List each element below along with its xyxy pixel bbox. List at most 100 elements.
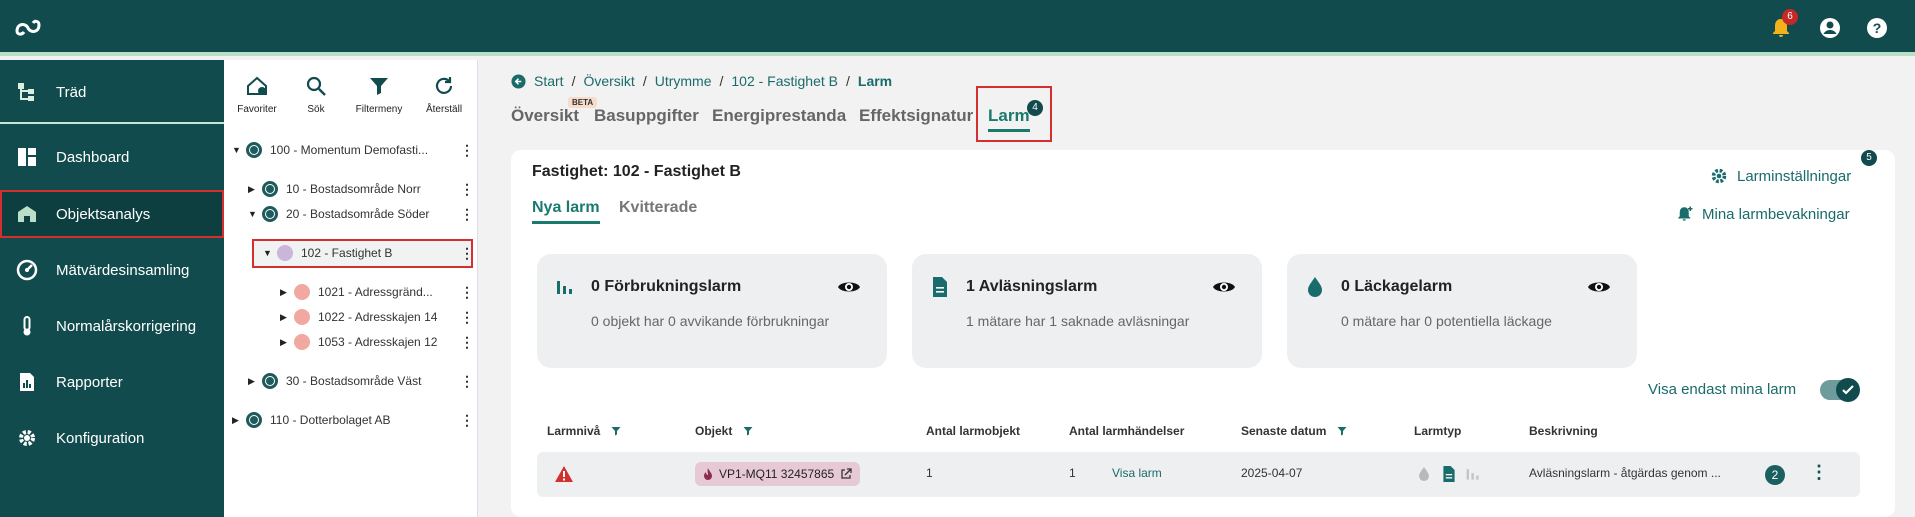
tree-node[interactable]: ▼ 100 - Momentum Demofasti... ⋮: [232, 139, 474, 161]
drop-icon: [1308, 277, 1322, 297]
report-icon: [20, 373, 34, 391]
more-icon[interactable]: ⋮: [460, 181, 474, 198]
sidebar-item-dashboard[interactable]: Dashboard: [0, 133, 224, 181]
caret-right-icon[interactable]: ▶: [280, 287, 294, 298]
caret-down-icon[interactable]: ▼: [248, 209, 262, 219]
sidebar-item-objektsanalys[interactable]: Objektsanalys: [0, 190, 224, 238]
document-icon: [294, 309, 310, 325]
gauge-icon: [16, 259, 38, 281]
reset-button[interactable]: Återställ: [414, 74, 474, 115]
alarm-card-title: 1 Avläsningslarm: [966, 278, 1098, 295]
tab-effektsignatur[interactable]: Effektsignatur: [859, 106, 973, 126]
breadcrumb-separator: /: [846, 73, 850, 89]
more-icon[interactable]: ⋮: [460, 206, 474, 223]
caret-right-icon[interactable]: ▶: [280, 312, 294, 323]
eye-icon[interactable]: [837, 278, 861, 296]
caret-right-icon[interactable]: ▶: [232, 415, 246, 426]
col-header-larmniva[interactable]: Larmnivå: [547, 424, 622, 438]
more-icon[interactable]: ⋮: [460, 245, 474, 262]
col-header-senaste-datum[interactable]: Senaste datum: [1241, 424, 1348, 438]
larm-tab-highlight: [976, 86, 1052, 142]
sidebar-item-label: Träd: [56, 83, 87, 101]
filter-icon[interactable]: [1336, 425, 1348, 437]
thermometer-icon: [23, 316, 31, 336]
filter-icon[interactable]: [742, 425, 754, 437]
tree-node-label: 1022 - Adresskajen 14: [318, 310, 438, 324]
sidebar-item-normalarskorrigering[interactable]: Normalårskorrigering: [0, 302, 224, 350]
more-icon[interactable]: ⋮: [460, 412, 474, 429]
app-logo-icon[interactable]: [14, 17, 42, 39]
column-label: Objekt: [695, 424, 733, 438]
tree-node[interactable]: ▶ 10 - Bostadsområde Norr ⋮: [248, 178, 474, 200]
alarm-card-reading[interactable]: 1 Avläsningslarm 1 mätare har 1 saknade …: [912, 254, 1262, 368]
tree-node[interactable]: ▶ 1053 - Adresskajen 12 ⋮: [280, 331, 474, 353]
caret-down-icon[interactable]: ▼: [232, 145, 246, 155]
column-label: Larmtyp: [1414, 424, 1462, 438]
globe-icon: [246, 412, 262, 428]
show-alarm-link[interactable]: Visa larm: [1112, 466, 1162, 480]
object-chip[interactable]: VP1-MQ11 32457865: [695, 462, 861, 486]
drop-icon: [1419, 467, 1429, 481]
breadcrumb-utrymme[interactable]: Utrymme: [655, 73, 712, 89]
tab-energiprestanda[interactable]: Energiprestanda: [712, 106, 846, 126]
sidebar-item-label: Dashboard: [56, 148, 130, 166]
more-icon[interactable]: ⋮: [460, 142, 474, 159]
dashboard-icon: [18, 148, 36, 166]
tab-basuppgifter[interactable]: Basuppgifter: [594, 106, 699, 126]
more-icon[interactable]: ⋮: [460, 309, 474, 326]
row-more-icon[interactable]: ⋮: [1810, 462, 1828, 483]
eye-icon[interactable]: [1587, 278, 1611, 296]
breadcrumb-start[interactable]: Start: [534, 73, 564, 89]
document-icon: [1443, 466, 1455, 482]
alarm-card-leakage[interactable]: 0 Läckagelarm 0 mätare har 0 potentiella…: [1287, 254, 1637, 368]
subtab-nya-larm[interactable]: Nya larm: [532, 199, 600, 224]
filter-menu-button[interactable]: Filtermeny: [349, 74, 409, 115]
alarm-card-subtitle: 1 mätare har 1 saknade avläsningar: [966, 313, 1190, 329]
caret-right-icon[interactable]: ▶: [280, 337, 294, 348]
check-icon: [1842, 385, 1854, 395]
alarm-card-consumption[interactable]: 0 Förbrukningslarm 0 objekt har 0 avvika…: [537, 254, 887, 368]
sidebar-item-rapporter[interactable]: Rapporter: [0, 358, 224, 406]
subtab-kvitterade[interactable]: Kvitterade: [619, 199, 697, 217]
filter-icon[interactable]: [610, 425, 622, 437]
account-icon[interactable]: [1818, 16, 1842, 40]
alarm-card-subtitle: 0 mätare har 0 potentiella läckage: [1341, 313, 1552, 329]
col-header-objekt[interactable]: Objekt: [695, 424, 754, 438]
sidebar-item-label: Konfiguration: [56, 429, 145, 447]
breadcrumb-fastighet[interactable]: 102 - Fastighet B: [731, 73, 838, 89]
tab-oversikt[interactable]: Översikt: [511, 106, 579, 126]
column-label: Larmnivå: [547, 424, 601, 438]
sidebar-item-trad[interactable]: Träd: [0, 68, 224, 116]
favorites-button[interactable]: Favoriter: [227, 74, 287, 115]
external-link-icon[interactable]: [840, 468, 852, 480]
tree-node-selected[interactable]: ▼ 102 - Fastighet B ⋮: [263, 242, 474, 264]
my-subscriptions-link[interactable]: Mina larmbevakningar: [1676, 204, 1850, 224]
larm-tab-badge: 4: [1027, 100, 1043, 116]
sidebar-item-matvardesinsamling[interactable]: Mätvärdesinsamling: [0, 246, 224, 294]
help-icon[interactable]: ?: [1865, 16, 1889, 40]
caret-right-icon[interactable]: ▶: [248, 184, 262, 195]
column-label: Antal larmhändelser: [1069, 424, 1185, 438]
more-icon[interactable]: ⋮: [460, 284, 474, 301]
more-icon[interactable]: ⋮: [460, 373, 474, 390]
toggle-knob[interactable]: [1836, 378, 1860, 402]
caret-down-icon[interactable]: ▼: [263, 248, 277, 258]
tree-node-label: 102 - Fastighet B: [301, 246, 393, 260]
tree-node[interactable]: ▶ 1022 - Adresskajen 14 ⋮: [280, 306, 474, 328]
tree-node[interactable]: ▶ 1021 - Adressgränd... ⋮: [280, 281, 474, 303]
sidebar-item-konfiguration[interactable]: Konfiguration: [0, 414, 224, 462]
more-icon[interactable]: ⋮: [460, 334, 474, 351]
breadcrumb-oversikt[interactable]: Översikt: [583, 73, 634, 89]
tree-node[interactable]: ▶ 110 - Dotterbolaget AB ⋮: [232, 409, 474, 431]
globe-icon: [262, 181, 278, 197]
tree-node-label: 110 - Dotterbolaget AB: [270, 413, 391, 427]
globe-icon: [262, 206, 278, 222]
tree-node[interactable]: ▼ 20 - Bostadsområde Söder ⋮: [248, 203, 474, 225]
alarm-settings-link[interactable]: Larminställningar: [1709, 166, 1851, 186]
back-arrow-icon[interactable]: [511, 73, 526, 89]
row-count-badge: 2: [1765, 465, 1785, 485]
tree-node[interactable]: ▶ 30 - Bostadsområde Väst ⋮: [248, 370, 474, 392]
search-button[interactable]: Sök: [286, 74, 346, 115]
eye-icon[interactable]: [1212, 278, 1236, 296]
caret-right-icon[interactable]: ▶: [248, 376, 262, 387]
